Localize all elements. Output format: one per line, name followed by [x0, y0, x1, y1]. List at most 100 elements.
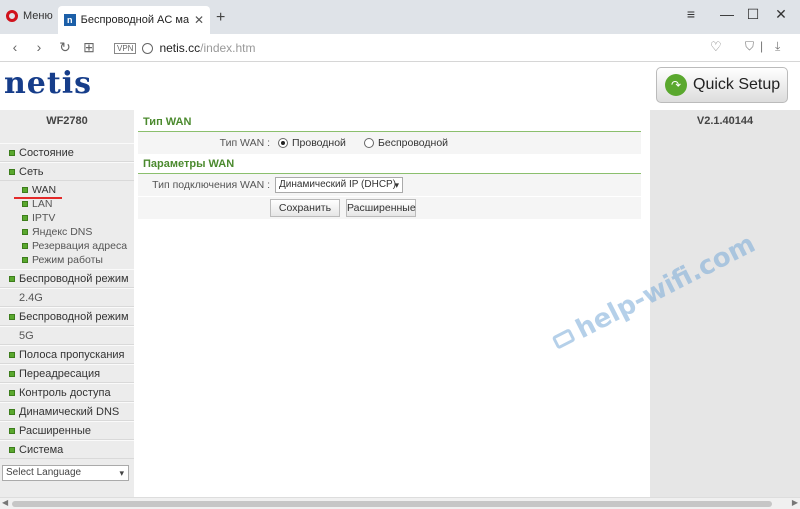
- minimize-icon[interactable]: —: [716, 6, 738, 22]
- bullet-icon: [22, 215, 28, 221]
- sidebar-item-label: Яндекс DNS: [32, 226, 93, 238]
- radio-label: Беспроводной: [378, 137, 449, 149]
- speed-dial-icon[interactable]: ⊞: [80, 39, 98, 56]
- url-field[interactable]: VPN netis.cc/index.htm: [110, 38, 734, 58]
- language-select[interactable]: Select Language ▾: [2, 465, 129, 481]
- sidebar-item-label: IPTV: [32, 212, 56, 224]
- sidebar-item-label: Резервация адреса: [32, 240, 128, 252]
- bullet-icon: [9, 149, 15, 156]
- wan-type-wireless-radio[interactable]: Беспроводной: [364, 137, 448, 149]
- url-host: netis.cc: [159, 41, 201, 55]
- opera-logo-icon: [6, 10, 18, 22]
- sidebar-item-label: Режим работы: [32, 254, 103, 266]
- scroll-left-icon[interactable]: ◀: [2, 498, 8, 507]
- connection-type-label: Тип подключения WAN :: [152, 179, 270, 191]
- bookmark-heart-icon[interactable]: ♡: [710, 39, 722, 55]
- wan-type-wired-radio[interactable]: Проводной: [278, 137, 346, 149]
- address-bar: ‹ › ↻ ⊞ VPN netis.cc/index.htm ♡ ⛉ | ⤓: [0, 34, 800, 62]
- opera-menu-label: Меню: [23, 10, 53, 22]
- reload-icon[interactable]: ↻: [56, 39, 74, 56]
- wan-type-row: Тип WAN : Проводной Беспроводной: [138, 132, 641, 154]
- sidebar-item-access-control[interactable]: Контроль доступа: [0, 383, 134, 402]
- scroll-right-icon[interactable]: ▶: [792, 498, 798, 507]
- sidebar-subitem-iptv[interactable]: IPTV: [0, 211, 134, 225]
- router-main: WF2780 Состояние Сеть WAN LAN IPTV Яндек…: [0, 110, 800, 509]
- bullet-icon: [22, 229, 28, 235]
- bullet-icon: [22, 257, 28, 263]
- connection-type-select[interactable]: Динамический IP (DHCP) ▾: [275, 177, 403, 193]
- connection-type-row: Тип подключения WAN : Динамический IP (D…: [138, 174, 641, 196]
- sidebar-item-ddns[interactable]: Динамический DNS: [0, 402, 134, 421]
- browser-tab[interactable]: n Беспроводной AC маршр ✕: [58, 6, 210, 34]
- router-header: netis ↷ Quick Setup: [0, 62, 800, 110]
- browser-tab-bar: Меню n Беспроводной AC маршр ✕ + ≡ — ☐ ✕: [0, 0, 800, 34]
- wan-type-section-title: Тип WAN: [143, 116, 192, 128]
- bullet-icon: [9, 351, 15, 358]
- sidebar-item-label: Состояние: [19, 146, 74, 159]
- chevron-down-icon: ▾: [119, 468, 124, 478]
- sidebar: WF2780 Состояние Сеть WAN LAN IPTV Яндек…: [0, 110, 134, 509]
- sidebar-item-wireless-24[interactable]: Беспроводной режим: [0, 269, 134, 288]
- horizontal-scrollbar[interactable]: ◀ ▶: [0, 497, 800, 509]
- vpn-badge[interactable]: VPN: [114, 42, 137, 54]
- sidebar-subitem-wan[interactable]: WAN: [0, 183, 134, 197]
- connection-type-value: Динамический IP (DHCP): [279, 179, 397, 190]
- opera-menu-button[interactable]: Меню: [6, 10, 53, 22]
- sidebar-item-band-5g[interactable]: 5G: [0, 326, 134, 345]
- save-button[interactable]: Сохранить: [270, 199, 340, 217]
- sidebar-item-status[interactable]: Состояние: [0, 143, 134, 162]
- window-close-icon[interactable]: ✕: [770, 6, 792, 23]
- maximize-icon[interactable]: ☐: [742, 6, 764, 23]
- wan-type-label: Тип WAN :: [219, 137, 270, 149]
- advanced-button[interactable]: Расширенные: [346, 199, 416, 217]
- active-item-underline: [14, 197, 62, 199]
- sidebar-item-forwarding[interactable]: Переадресация: [0, 364, 134, 383]
- sidebar-item-network[interactable]: Сеть: [0, 162, 134, 181]
- shield-icon[interactable]: ⛉: [745, 39, 754, 54]
- forward-icon[interactable]: ›: [30, 39, 48, 55]
- sidebar-subitem-address-reservation[interactable]: Резервация адреса: [0, 239, 134, 253]
- content-panel: Тип WAN Тип WAN : Проводной Беспроводной…: [134, 110, 650, 498]
- quick-setup-label: Quick Setup: [693, 76, 781, 93]
- sidebar-item-label: 2.4G: [19, 291, 43, 304]
- globe-icon: [142, 42, 154, 54]
- chevron-down-icon: ▾: [394, 180, 399, 190]
- scrollbar-thumb[interactable]: [12, 501, 772, 507]
- new-tab-icon[interactable]: +: [216, 9, 225, 27]
- sidebar-item-wireless-5[interactable]: Беспроводной режим: [0, 307, 134, 326]
- sidebar-item-label: Беспроводной режим: [19, 310, 129, 323]
- close-tab-icon[interactable]: ✕: [194, 13, 204, 27]
- wan-params-section-title: Параметры WAN: [143, 158, 235, 170]
- bullet-icon: [9, 408, 15, 415]
- sidebar-subitem-yandex-dns[interactable]: Яндекс DNS: [0, 225, 134, 239]
- sidebar-item-label: 5G: [19, 329, 34, 342]
- sidebar-subitem-lan[interactable]: LAN: [0, 197, 134, 211]
- sidebar-item-label: Полоса пропускания: [19, 348, 125, 361]
- sidebar-item-system[interactable]: Система: [0, 440, 134, 459]
- sidebar-item-advanced[interactable]: Расширенные: [0, 421, 134, 440]
- model-name: WF2780: [46, 115, 88, 127]
- language-select-value: Select Language: [6, 467, 82, 478]
- sidebar-item-label: WAN: [32, 184, 57, 196]
- quick-setup-button[interactable]: ↷ Quick Setup: [656, 67, 788, 103]
- bullet-icon: [9, 370, 15, 377]
- sidebar-subitem-operation-mode[interactable]: Режим работы: [0, 253, 134, 267]
- sidebar-item-label: Беспроводной режим: [19, 272, 129, 285]
- sidebar-item-label: Контроль доступа: [19, 386, 111, 399]
- separator: |: [760, 39, 764, 53]
- action-row: Сохранить Расширенные: [138, 197, 641, 219]
- bullet-icon: [9, 446, 15, 453]
- bullet-icon: [22, 243, 28, 249]
- bullet-icon: [9, 427, 15, 434]
- netis-logo: netis: [4, 66, 93, 101]
- sidebar-item-label: LAN: [32, 198, 53, 210]
- sidebar-item-label: Динамический DNS: [19, 405, 120, 418]
- sidebar-item-bandwidth[interactable]: Полоса пропускания: [0, 345, 134, 364]
- radio-selected-icon: [278, 138, 288, 148]
- tab-menu-icon[interactable]: ≡: [680, 6, 702, 22]
- bullet-icon: [9, 275, 15, 282]
- sidebar-item-label: Сеть: [19, 165, 44, 178]
- sidebar-item-band-24g[interactable]: 2.4G: [0, 288, 134, 307]
- download-icon[interactable]: ⤓: [775, 39, 780, 54]
- back-icon[interactable]: ‹: [6, 39, 24, 55]
